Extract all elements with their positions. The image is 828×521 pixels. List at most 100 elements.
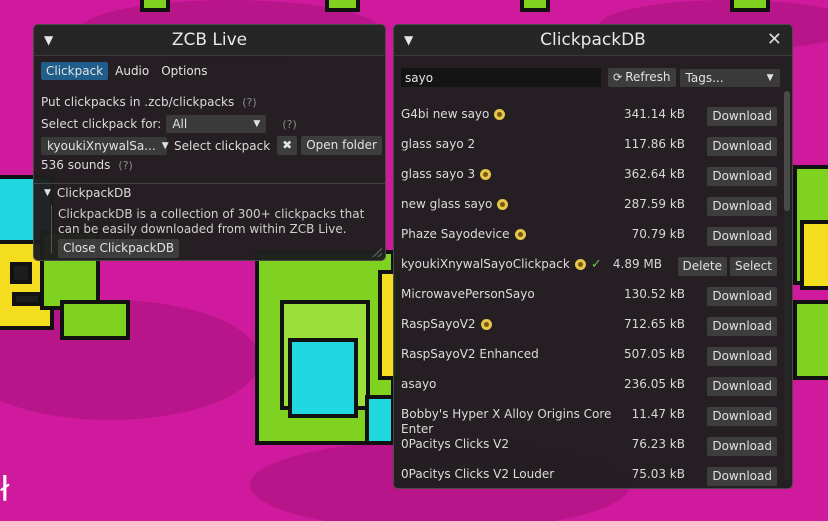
scribble: ł [0, 470, 10, 510]
tags-label: Tags... [685, 70, 724, 85]
clickpack-size: 11.47 kB [631, 407, 685, 421]
list-item: glass sayo 3 362.64 kB Download [401, 167, 777, 197]
clickpack-name-text: G4bi new sayo [401, 107, 490, 121]
list-item: new glass sayo 287.59 kB Download [401, 197, 777, 227]
select-button[interactable]: Select [729, 257, 777, 276]
clickpack-size: 341.14 kB [624, 107, 685, 121]
scrollbar-thumb[interactable] [784, 91, 790, 211]
search-input[interactable] [401, 68, 601, 87]
clickpack-list: G4bi new sayo 341.14 kB Download glass sayo… [394, 91, 783, 488]
list-item: asayo 236.05 kB Download [401, 377, 777, 407]
download-button[interactable]: Download [707, 377, 777, 396]
clickpack-size: 712.65 kB [624, 317, 685, 331]
download-button[interactable]: Download [707, 437, 777, 456]
noise-badge-icon [494, 109, 506, 120]
help-icon[interactable]: (?) [282, 118, 296, 131]
select-for-label: Select clickpack for: [41, 117, 162, 131]
window-title: ZCB Live [171, 30, 248, 50]
put-clickpacks-text: Put clickpacks in .zcb/clickpacks [41, 95, 235, 109]
tab-audio[interactable]: Audio [110, 62, 154, 80]
list-item: RaspSayoV2 712.65 kB Download [401, 317, 777, 347]
refresh-label: Refresh [625, 70, 671, 84]
clickpack-actions: Download [707, 167, 777, 186]
tab-options[interactable]: Options [156, 62, 212, 80]
select-for-combo[interactable]: All ▼ [166, 115, 267, 133]
chevron-down-icon: ▼ [161, 140, 169, 151]
list-item: MicrowavePersonSayo 130.52 kB Download [401, 287, 777, 317]
download-button[interactable]: Download [707, 407, 777, 426]
clickpack-actions: Download [707, 137, 777, 156]
help-icon[interactable]: (?) [118, 159, 132, 172]
clickpack-size: 236.05 kB [624, 377, 685, 391]
download-button[interactable]: Download [707, 227, 777, 246]
list-item: glass sayo 2 117.86 kB Download [401, 137, 777, 167]
clickpack-actions: Download [707, 347, 777, 366]
refresh-button[interactable]: ⟳ Refresh [608, 68, 676, 87]
download-button[interactable]: Download [707, 467, 777, 486]
download-button[interactable]: Download [707, 167, 777, 186]
clickpack-size: 70.79 kB [631, 227, 685, 241]
list-item: 0Pacitys Clicks V2 Louder 75.03 kB Downloa… [401, 467, 777, 488]
tab-clickpack[interactable]: Clickpack [41, 62, 109, 80]
clickpack-size: 287.59 kB [624, 197, 685, 211]
zcb-titlebar[interactable]: ▼ ZCB Live [34, 25, 385, 56]
clickpackdb-window: ▼ ClickpackDB ✕ ⟳Refresh Tags... ▼ G4bi … [393, 24, 793, 489]
clickpack-actions: Delete Select [677, 257, 777, 276]
download-button[interactable]: Download [707, 197, 777, 216]
clickpackdb-description-block: ClickpackDB is a collection of 300+ clic… [58, 207, 378, 258]
noise-badge-icon [480, 169, 492, 180]
noise-badge-icon [514, 229, 526, 240]
download-button[interactable]: Download [707, 317, 777, 336]
close-icon[interactable]: ✕ [767, 29, 782, 50]
download-button[interactable]: Download [707, 287, 777, 306]
clickpackdb-titlebar[interactable]: ▼ ClickpackDB ✕ [394, 25, 792, 56]
clickpack-size: 362.64 kB [624, 167, 685, 181]
close-clickpackdb-button[interactable]: Close ClickpackDB [58, 239, 180, 258]
download-button[interactable]: Download [707, 137, 777, 156]
collapse-arrow-icon[interactable]: ▼ [404, 33, 413, 47]
noise-badge-icon [480, 319, 492, 330]
clickpack-name-text: new glass sayo [401, 197, 493, 211]
collapse-arrow-icon[interactable]: ▼ [44, 33, 53, 47]
clickpack-size: 76.23 kB [631, 437, 685, 451]
clickpack-value: kyoukiXnywalSa... [47, 138, 156, 153]
put-clickpacks-row: Put clickpacks in .zcb/clickpacks (?) [41, 95, 257, 109]
tree-expand-icon: ▼ [44, 188, 51, 198]
select-for-row: Select clickpack for: All ▼ (?) [41, 115, 297, 133]
chevron-down-icon: ▼ [766, 72, 774, 83]
noise-badge-icon [497, 199, 509, 210]
list-item: G4bi new sayo 341.14 kB Download [401, 107, 777, 137]
sounds-row: 536 sounds (?) [41, 158, 133, 172]
clickpack-combo[interactable]: kyoukiXnywalSa... ▼ [41, 136, 169, 155]
sounds-count: 536 sounds [41, 158, 111, 172]
clickpack-name-text: glass sayo 3 [401, 167, 476, 181]
clickpack-actions: Download [707, 107, 777, 126]
clickpackdb-tree-node[interactable]: ▼ ClickpackDB [44, 186, 132, 200]
download-button[interactable]: Download [707, 347, 777, 366]
clickpack-name-text: asayo [401, 377, 437, 391]
clickpack-actions: Download [707, 287, 777, 306]
open-folder-button[interactable]: Open folder [301, 136, 382, 155]
clickpack-actions: Download [707, 227, 777, 246]
clickpack-actions: Download [707, 377, 777, 396]
delete-button[interactable]: Delete [677, 257, 727, 276]
tags-combo[interactable]: Tags... ▼ [679, 68, 780, 87]
clickpack-name-text: MicrowavePersonSayo [401, 287, 535, 301]
clickpack-name-text: Phaze Sayodevice [401, 227, 510, 241]
download-button[interactable]: Download [707, 107, 777, 126]
chevron-down-icon: ▼ [253, 119, 261, 129]
resize-grip[interactable] [372, 247, 382, 257]
clickpack-name-text: glass sayo 2 [401, 137, 476, 151]
clear-button[interactable]: ✖ [277, 136, 298, 155]
clickpack-name-text: RaspSayoV2 Enhanced [401, 347, 539, 361]
clickpack-name-text: 0Pacitys Clicks V2 [401, 437, 509, 451]
tree-indent-line [51, 205, 52, 253]
select-clickpack-label: Select clickpack [174, 138, 271, 153]
help-icon[interactable]: (?) [242, 96, 256, 109]
zcb-live-window: ▼ ZCB Live Clickpack Audio Options Put c… [33, 24, 386, 261]
clickpack-name-text: RaspSayoV2 [401, 317, 476, 331]
clickpack-name-text: kyoukiXnywalSayoClickpack [401, 257, 570, 271]
scrollbar[interactable] [784, 91, 790, 480]
clickpack-actions: Download [707, 467, 777, 486]
clickpackdb-description: ClickpackDB is a collection of 300+ clic… [58, 207, 365, 236]
